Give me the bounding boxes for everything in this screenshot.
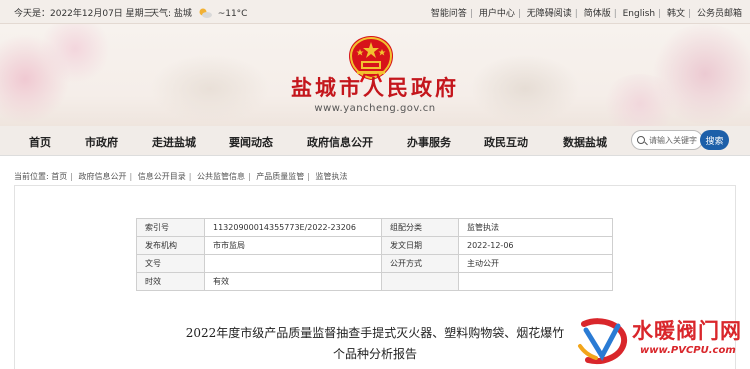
empty-cell xyxy=(458,272,613,291)
link-accessibility[interactable]: 无障碍阅读 xyxy=(527,9,572,19)
search-button[interactable]: 搜索 xyxy=(700,130,729,150)
table-row: 发布机构 市市监局 发文日期 2022-12-06 xyxy=(136,236,613,255)
search-input[interactable]: 请输入关键字 xyxy=(631,130,703,150)
publisher-value: 市市监局 xyxy=(204,236,382,255)
empty-cell xyxy=(381,272,459,291)
table-row: 文号 公开方式 主动公开 xyxy=(136,254,613,273)
sun-cloud-icon xyxy=(199,8,212,18)
index-label: 索引号 xyxy=(136,218,205,237)
table-row: 索引号 11320900014355773E/2022-23206 组配分类 监… xyxy=(136,218,613,237)
top-bar: 今天是：2022年12月07日 星期三 天气: 盐城 ~11°C 智能问答 | 用… xyxy=(0,0,750,24)
nav-item-info-disclosure[interactable]: 政府信息公开 xyxy=(307,134,373,150)
nav-item-city-government[interactable]: 市政府 xyxy=(85,134,118,150)
breadcrumb-home[interactable]: 首页 xyxy=(51,172,67,181)
document-meta-table: 索引号 11320900014355773E/2022-23206 组配分类 监… xyxy=(136,218,613,291)
watermark-url: www.PVCPU.com xyxy=(640,345,736,356)
link-korean[interactable]: 韩文 xyxy=(667,9,685,19)
date-label: 发文日期 xyxy=(381,236,459,255)
nav-item-services[interactable]: 办事服务 xyxy=(407,134,451,150)
nav-item-news[interactable]: 要闻动态 xyxy=(229,134,273,150)
site-url: www.yancheng.gov.cn xyxy=(314,103,436,114)
breadcrumb-enforcement[interactable]: 监管执法 xyxy=(316,172,348,181)
weather-temp: ~11°C xyxy=(217,9,248,19)
index-value: 11320900014355773E/2022-23206 xyxy=(204,218,382,237)
validity-label: 时效 xyxy=(136,272,205,291)
publisher-label: 发布机构 xyxy=(136,236,205,255)
nav-item-interaction[interactable]: 政民互动 xyxy=(484,134,528,150)
disclosure-label: 公开方式 xyxy=(381,254,459,273)
docno-value xyxy=(204,254,382,273)
category-label: 组配分类 xyxy=(381,218,459,237)
date-value: 2022-12-06 xyxy=(458,236,613,255)
link-english[interactable]: English xyxy=(623,9,656,19)
date-text: 今天是：2022年12月07日 星期三 xyxy=(14,9,153,19)
category-value: 监管执法 xyxy=(458,218,613,237)
nav-item-about-yancheng[interactable]: 走进盐城 xyxy=(152,134,196,150)
site-title[interactable]: 盐城市人民政府 xyxy=(0,72,750,102)
docno-label: 文号 xyxy=(136,254,205,273)
validity-value: 有效 xyxy=(204,272,382,291)
link-civil-mail[interactable]: 公务员邮箱 xyxy=(697,9,742,19)
weather-widget: 天气: 盐城 ~11°C xyxy=(150,8,248,19)
weather-city: 盐城 xyxy=(173,9,192,19)
top-links: 智能问答 | 用户中心 | 无障碍阅读 | 简体版 | English | 韩文 | 公务员… xyxy=(430,9,742,19)
search-placeholder: 请输入关键字 xyxy=(649,136,697,145)
disclosure-value: 主动公开 xyxy=(458,254,613,273)
search-icon xyxy=(637,136,645,144)
breadcrumb-info-catalog[interactable]: 信息公开目录 xyxy=(138,172,186,181)
link-simplified[interactable]: 简体版 xyxy=(584,9,611,19)
breadcrumb-info-disclosure[interactable]: 政府信息公开 xyxy=(79,172,127,181)
watermark-logo-icon xyxy=(578,318,627,364)
header-banner: 盐城市人民政府 www.yancheng.gov.cn xyxy=(0,24,750,126)
main-nav: 首页 市政府 走进盐城 要闻动态 政府信息公开 办事服务 政民互动 数据盐城 请… xyxy=(0,126,750,156)
table-row: 时效 有效 xyxy=(136,272,613,291)
watermark-text: 水暖阀门网 xyxy=(632,319,742,343)
nav-item-data-yancheng[interactable]: 数据盐城 xyxy=(563,134,607,150)
link-user-center[interactable]: 用户中心 xyxy=(479,9,515,19)
breadcrumb-public-regulation[interactable]: 公共监管信息 xyxy=(197,172,245,181)
breadcrumb-product-quality[interactable]: 产品质量监管 xyxy=(256,172,304,181)
breadcrumb: 当前位置: 首页 | 政府信息公开 | 信息公开目录 | 公共监管信息 | 产品质量监管… xyxy=(14,172,348,181)
nav-item-home[interactable]: 首页 xyxy=(29,134,51,150)
watermark: 水暖阀门网 www.PVCPU.com xyxy=(574,312,750,369)
link-smart-qa[interactable]: 智能问答 xyxy=(431,9,467,19)
